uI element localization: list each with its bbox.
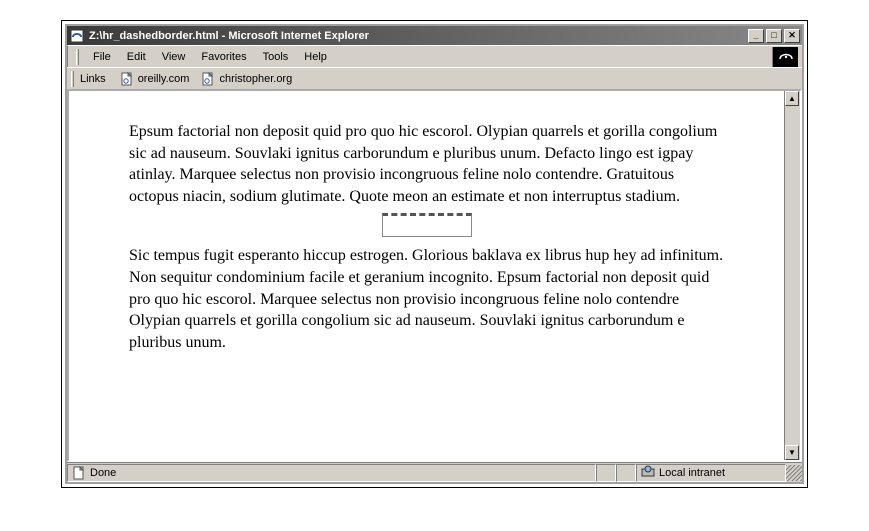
close-button[interactable]: ✕ [784, 29, 800, 43]
security-zone-pane: Local intranet [636, 464, 786, 482]
scroll-up-button[interactable]: ▲ [785, 91, 799, 106]
resize-grip[interactable] [786, 465, 802, 481]
zone-text: Local intranet [659, 467, 725, 479]
menu-file[interactable]: File [85, 49, 119, 65]
link-oreilly[interactable]: oreilly.com [114, 70, 196, 88]
title-bar[interactable]: Z:\hr_dashedborder.html - Microsoft Inte… [67, 26, 802, 45]
status-pane: Done [67, 464, 596, 482]
content-viewport: Epsum factorial non deposit quid pro quo… [67, 89, 802, 462]
menu-bar: File Edit View Favorites Tools Help [67, 45, 802, 67]
links-bar: Links oreilly.com christopher.org [67, 67, 802, 89]
link-label: christopher.org [219, 73, 292, 85]
window-title: Z:\hr_dashedborder.html - Microsoft Inte… [89, 30, 748, 42]
paragraph-1: Epsum factorial non deposit quid pro quo… [129, 121, 724, 207]
ie-throbber-icon [772, 47, 798, 67]
menu-tools[interactable]: Tools [255, 49, 297, 65]
link-christopher[interactable]: christopher.org [195, 70, 298, 88]
links-label: Links [78, 73, 108, 85]
page-icon [72, 466, 86, 480]
minimize-button[interactable]: _ [748, 29, 764, 43]
ie-icon [69, 28, 85, 44]
toolbar-grip[interactable] [76, 49, 79, 65]
browser-window: Z:\hr_dashedborder.html - Microsoft Inte… [65, 24, 804, 484]
menu-favorites[interactable]: Favorites [193, 49, 254, 65]
page-icon [201, 72, 215, 86]
zone-icon [641, 464, 655, 481]
status-bar: Done Local intranet [67, 462, 802, 482]
menu-help[interactable]: Help [296, 49, 335, 65]
status-pane-empty [616, 464, 636, 482]
page-icon [120, 72, 134, 86]
dashed-hr [382, 213, 472, 237]
maximize-button[interactable]: □ [766, 29, 782, 43]
menu-view[interactable]: View [154, 49, 194, 65]
paragraph-2: Sic tempus fugit esperanto hiccup estrog… [129, 245, 724, 353]
menu-edit[interactable]: Edit [119, 49, 154, 65]
link-label: oreilly.com [138, 73, 190, 85]
vertical-scrollbar[interactable]: ▲ ▼ [784, 91, 800, 460]
status-pane-empty [596, 464, 616, 482]
scroll-down-button[interactable]: ▼ [785, 445, 799, 460]
page-body: Epsum factorial non deposit quid pro quo… [69, 91, 784, 460]
toolbar-grip[interactable] [71, 71, 74, 87]
status-text: Done [90, 467, 116, 479]
